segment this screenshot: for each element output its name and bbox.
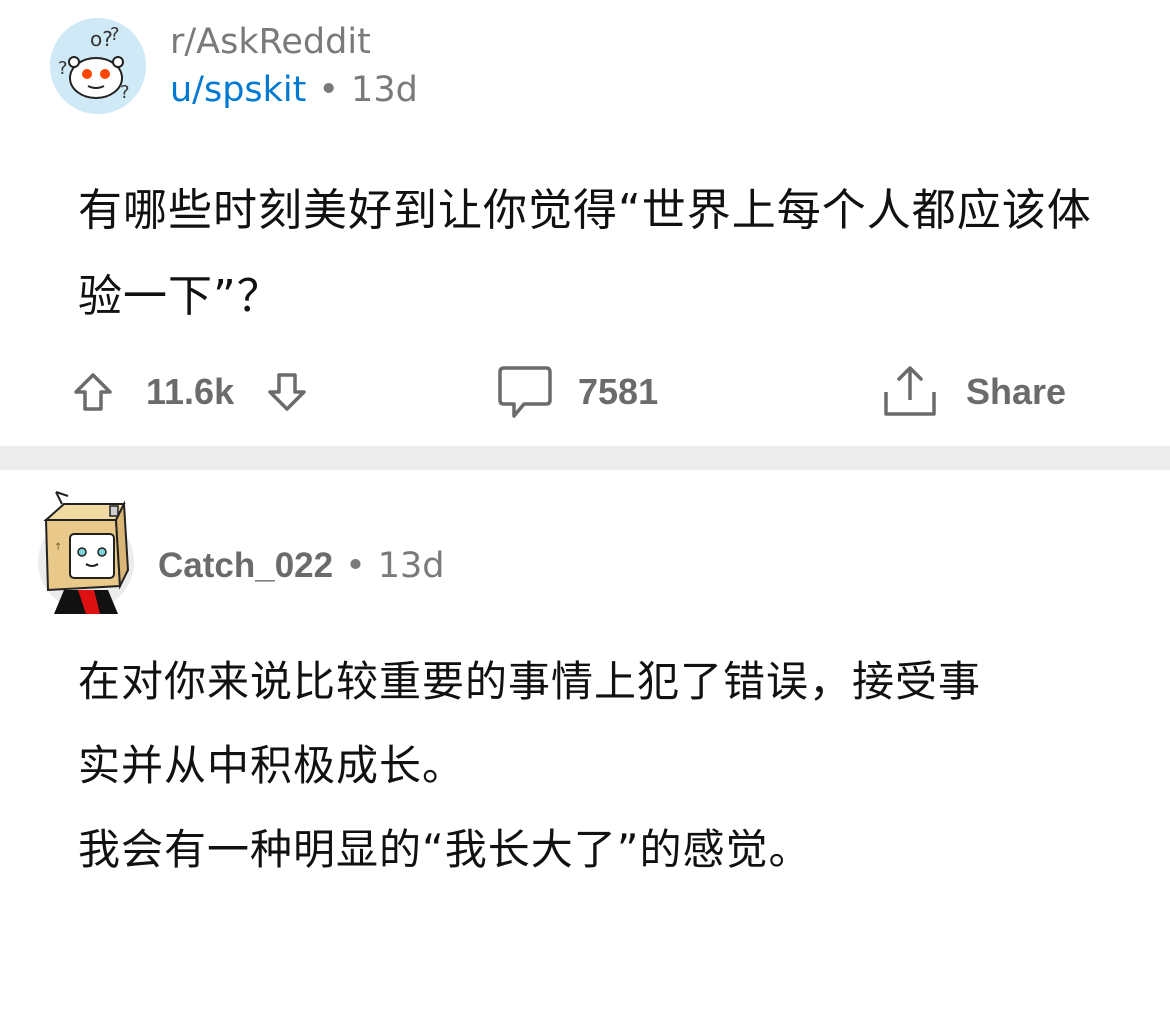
comment-meta: Catch_022 • 13d (158, 546, 445, 586)
upvote-icon (74, 373, 112, 411)
section-divider (0, 446, 1170, 470)
downvote-button[interactable] (264, 369, 310, 415)
share-label: Share (966, 371, 1067, 412)
post-action-bar: 11.6k 7581 Share (70, 352, 1110, 432)
vote-count: 11.6k (146, 371, 235, 412)
subreddit-avatar[interactable]: o? ? ? ? (50, 18, 146, 114)
svg-text:?: ? (110, 24, 120, 45)
meta-separator: • (345, 546, 366, 586)
comments-button[interactable]: 7581 (496, 352, 658, 432)
commenter-avatar[interactable]: ↑ (34, 490, 138, 614)
share-icon (884, 366, 936, 416)
comment-author[interactable]: Catch_022 (158, 546, 333, 585)
comment-body: 在对你来说比较重要的事情上犯了错误，接受事 实并从中积极成长。 我会有一种明显的… (78, 640, 1118, 892)
comment-line: 实并从中积极成长。 (78, 741, 466, 790)
comment-header: ↑ Catch_022 • 13d (34, 490, 734, 620)
post-author[interactable]: u/spskit (170, 70, 306, 110)
vote-group: 11.6k (70, 352, 310, 432)
svg-text:?: ? (58, 58, 68, 79)
post-meta: u/spskit • 13d (170, 70, 418, 110)
post-title[interactable]: 有哪些时刻美好到让你觉得“世界上每个人都应该体验一下”？ (78, 168, 1108, 340)
box-head-avatar-icon: ↑ (38, 491, 134, 614)
comment-icon (498, 366, 552, 418)
comment-line: 在对你来说比较重要的事情上犯了错误，接受事 (78, 657, 982, 706)
meta-separator: • (318, 70, 340, 110)
post-age: 13d (351, 70, 418, 110)
comment-line: 我会有一种明显的“我长大了”的感觉。 (78, 825, 812, 874)
comment-age: 13d (377, 546, 445, 586)
share-button[interactable]: Share (880, 352, 1066, 432)
subreddit-name[interactable]: r/AskReddit (170, 22, 371, 62)
snoo-avatar-icon: o? ? ? ? (50, 18, 146, 114)
post-header: o? ? ? ? r/AskReddit u/spskit • 13d (50, 18, 750, 118)
upvote-button[interactable] (70, 369, 116, 415)
comment-count: 7581 (578, 371, 659, 412)
svg-text:↑: ↑ (54, 542, 62, 553)
downvote-icon (268, 373, 306, 411)
